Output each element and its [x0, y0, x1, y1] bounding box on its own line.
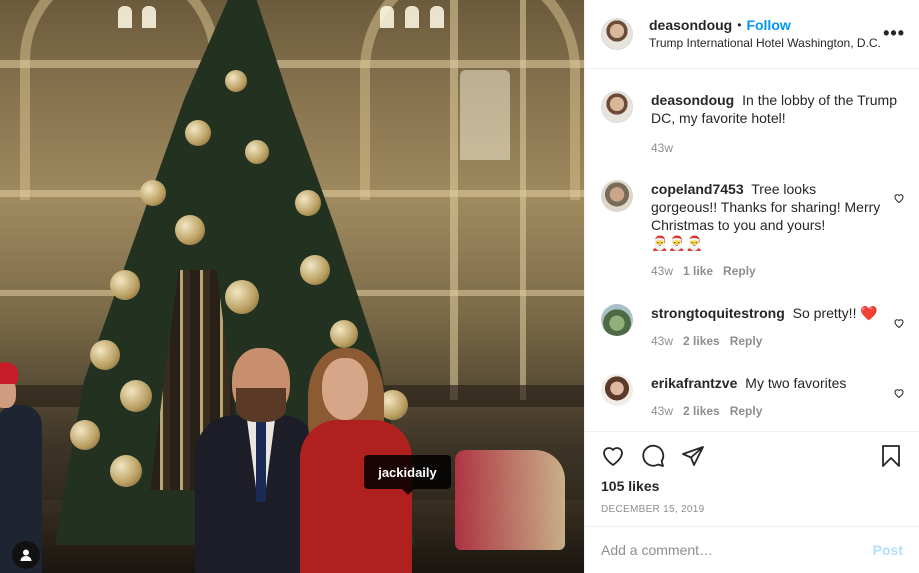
comment-likes[interactable]: 1 like	[683, 264, 713, 278]
heart-icon[interactable]	[893, 387, 905, 399]
post-actions: 105 likes DECEMBER 15, 2019	[585, 431, 919, 526]
atrium-window	[118, 6, 132, 28]
heart-icon[interactable]	[893, 192, 905, 204]
tagged-user-icon	[20, 549, 32, 561]
atrium-window	[430, 6, 444, 28]
reply-button[interactable]: Reply	[730, 404, 763, 418]
atrium-beam	[0, 60, 584, 68]
share-icon[interactable]	[681, 444, 705, 468]
atrium-beam	[450, 0, 458, 400]
ornament	[175, 215, 205, 245]
caption: deasondoug In the lobby of the Trump DC,…	[585, 91, 919, 155]
ornament	[245, 140, 269, 164]
list-item: strongtoquitestrong So pretty!! ❤️ 43w 2…	[585, 304, 919, 348]
atrium-window	[460, 70, 510, 160]
avatar[interactable]	[601, 180, 633, 212]
author-username[interactable]: deasondoug	[649, 17, 732, 35]
comment-text: My two favorites	[745, 375, 847, 391]
post-button[interactable]: Post	[873, 542, 903, 558]
santa-emoji: 🎅🎅🎅	[651, 235, 704, 251]
ornament	[90, 340, 120, 370]
atrium-window	[380, 6, 394, 28]
tagged-users-button[interactable]	[12, 541, 40, 569]
heart-icon[interactable]	[601, 444, 625, 468]
red-cap	[0, 362, 18, 384]
avatar[interactable]	[601, 91, 633, 123]
photo-tag[interactable]: jackidaily	[364, 455, 451, 495]
avatar[interactable]	[601, 18, 633, 50]
separator-dot: •	[737, 18, 742, 32]
reply-button[interactable]: Reply	[730, 334, 763, 348]
tie	[256, 412, 266, 502]
add-comment-bar: Post	[585, 526, 919, 573]
atrium-window	[142, 6, 156, 28]
list-item: copeland7453 Tree looks gorgeous!! Thank…	[585, 180, 919, 278]
comment-icon[interactable]	[641, 444, 665, 468]
avatar[interactable]	[601, 374, 633, 406]
post-photo[interactable]: jackidaily	[0, 0, 584, 573]
ornament	[110, 270, 140, 300]
post-date[interactable]: DECEMBER 15, 2019	[601, 504, 903, 515]
woman-in-red-dress	[300, 420, 412, 573]
comment-age[interactable]: 43w	[651, 264, 673, 278]
ornament	[120, 380, 152, 412]
reply-button[interactable]: Reply	[723, 264, 756, 278]
red-heart-emoji: ❤️	[860, 305, 878, 321]
comment-likes[interactable]: 2 likes	[683, 334, 720, 348]
more-options-icon[interactable]: •••	[883, 24, 905, 42]
beard	[236, 388, 286, 422]
caption-age[interactable]: 43w	[651, 141, 673, 155]
comment-age[interactable]: 43w	[651, 334, 673, 348]
ornament	[70, 420, 100, 450]
photo-tag-label: jackidaily	[378, 464, 437, 480]
ornament	[330, 320, 358, 348]
caption-username[interactable]: deasondoug	[651, 92, 734, 108]
heart-icon[interactable]	[893, 317, 905, 329]
atrium-window	[405, 6, 419, 28]
list-item: erikafrantzve My two favorites 43w 2 lik…	[585, 374, 919, 418]
decorative-sleigh	[455, 450, 565, 550]
comment-username[interactable]: erikafrantzve	[651, 375, 737, 391]
like-count[interactable]: 105 likes	[601, 478, 903, 494]
ornament	[140, 180, 166, 206]
location-link[interactable]: Trump International Hotel Washington, D.…	[649, 36, 881, 51]
ornament	[225, 70, 247, 92]
post-header: deasondoug • Follow Trump International …	[585, 0, 919, 69]
ornament	[225, 280, 259, 314]
follow-button[interactable]: Follow	[746, 17, 790, 35]
comment-username[interactable]: strongtoquitestrong	[651, 305, 785, 321]
ornament	[185, 120, 211, 146]
comments-list[interactable]: deasondoug In the lobby of the Trump DC,…	[585, 69, 919, 431]
atrium-beam	[520, 0, 526, 400]
avatar[interactable]	[601, 304, 633, 336]
woman-face	[322, 358, 368, 420]
save-icon[interactable]	[879, 444, 903, 468]
comment-input[interactable]	[601, 542, 873, 558]
comment-text: So pretty!!	[792, 305, 857, 321]
comment-username[interactable]: copeland7453	[651, 181, 744, 197]
comment-age[interactable]: 43w	[651, 404, 673, 418]
ornament	[295, 190, 321, 216]
post-details-panel: deasondoug • Follow Trump International …	[584, 0, 919, 573]
ornament	[110, 455, 142, 487]
comment-likes[interactable]: 2 likes	[683, 404, 720, 418]
ornament	[300, 255, 330, 285]
